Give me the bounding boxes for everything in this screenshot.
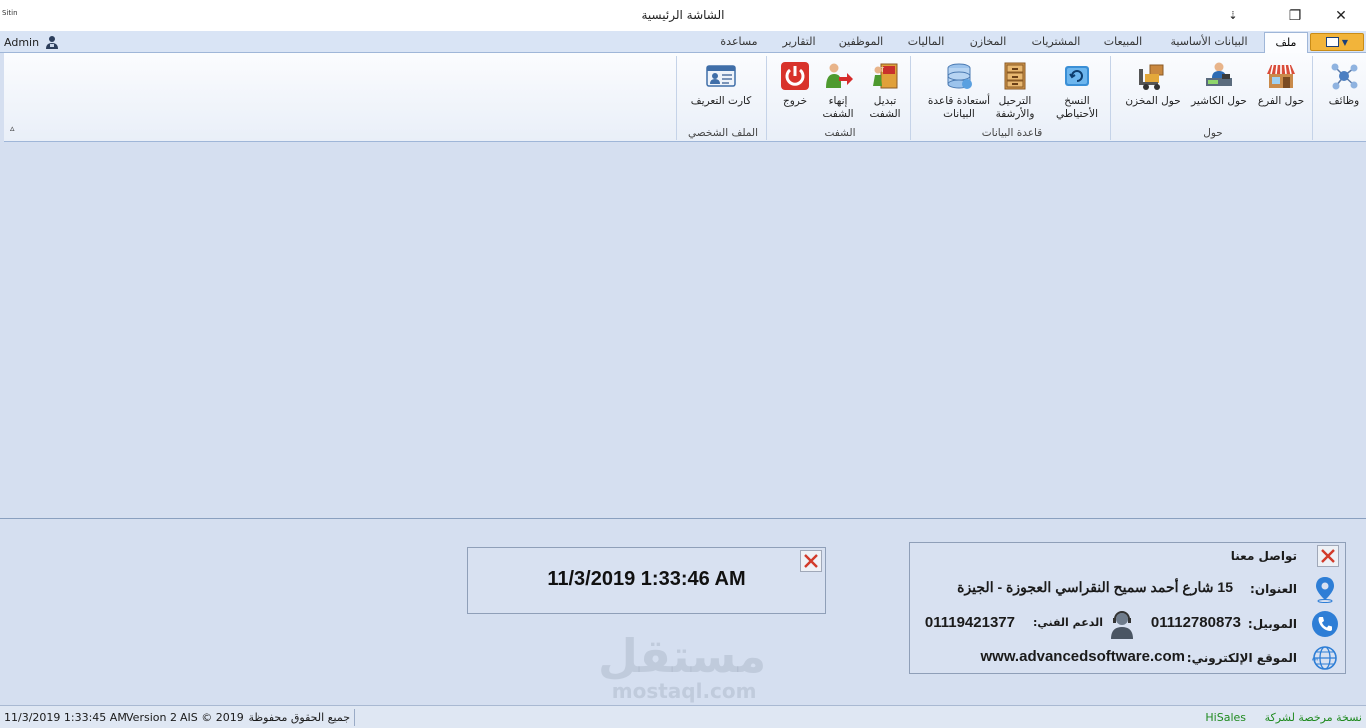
mobile-label: الموبيل:: [1247, 617, 1297, 631]
close-clock-button[interactable]: [800, 550, 822, 572]
window-title: الشاشة الرئيسية: [641, 8, 725, 22]
support-value: 01119421377: [924, 614, 1015, 631]
version-text: Version 2: [126, 711, 177, 724]
power-icon: [781, 62, 809, 90]
website-value[interactable]: www.advancedsoftware.com: [980, 648, 1185, 665]
about-cashier-label: حول الكاشير: [1191, 95, 1247, 107]
cashier-icon: [1206, 62, 1232, 86]
forklift-icon: [1139, 64, 1164, 90]
website-label: الموقع الإلكتروني:: [1186, 651, 1297, 665]
ribbon-panel: وظائف حول الفرع حول الكاشير حول المخزن ح…: [4, 53, 1366, 142]
change-shift-button[interactable]: EXIT تبديل الشفت: [860, 59, 910, 121]
network-icon: [1331, 63, 1358, 90]
backup-label: النسخ الأحتياطي: [1055, 95, 1099, 120]
group-database-label: قاعدة البيانات: [981, 127, 1043, 139]
end-shift-icon: [826, 63, 853, 88]
tab-sales[interactable]: المبيعات: [1092, 32, 1154, 53]
window-icon: [1325, 37, 1339, 47]
change-shift-icon: EXIT: [871, 63, 898, 89]
backup-icon: [1065, 66, 1089, 86]
phone-icon: [1312, 611, 1338, 637]
collapse-ribbon-button[interactable]: ▵: [10, 124, 15, 134]
group-about-label: حول: [1203, 127, 1223, 139]
group-profile-label: الملف الشخصي: [688, 127, 758, 139]
title-bar: Sitin الشاشة الرئيسية ⇣ ❐ ✕: [0, 0, 1366, 31]
watermark-arabic: مستقل: [598, 629, 767, 683]
website-row: www الموقع الإلكتروني: www.advancedsoftw…: [910, 642, 1345, 672]
shop-icon: [1267, 64, 1295, 88]
status-timestamp: 11/3/2019 1:33:45 AM: [4, 711, 127, 724]
tab-basic-data[interactable]: البيانات الأساسية: [1156, 32, 1262, 53]
tab-employees[interactable]: الموظفين: [828, 32, 894, 53]
id-card-label: كارت التعريف: [690, 95, 752, 107]
watermark: مستقل mostaql.com: [598, 632, 766, 702]
close-contact-button[interactable]: [1317, 545, 1339, 567]
restore-database-button[interactable]: أستعادة قاعدة البيانات: [918, 59, 1000, 121]
address-value: 15 شارع أحمد سميح النقراسي العجوزة - الج…: [957, 579, 1233, 595]
restore-database-label: أستعادة قاعدة البيانات: [927, 95, 991, 120]
exit-label: خروج: [782, 95, 808, 107]
close-icon: [804, 554, 818, 568]
contact-title: تواصل معنا: [1230, 549, 1297, 563]
close-window-button[interactable]: ✕: [1318, 0, 1364, 31]
user-icon: [46, 36, 59, 49]
about-branch-button[interactable]: حول الفرع: [1254, 59, 1308, 108]
close-icon: [1321, 549, 1335, 563]
ribbon-tab-row: Admin ▼ ملف البيانات الأساسية المبيعات ا…: [0, 31, 1366, 54]
svg-text:www: www: [1312, 657, 1319, 663]
chevron-down-icon: ▼: [1341, 37, 1349, 47]
watermark-latin: mostaql.com: [611, 679, 757, 703]
company-name: HiSales: [1205, 711, 1246, 724]
user-area: Admin: [4, 35, 59, 49]
support-label: الدعم الفني:: [1032, 616, 1103, 629]
restore-button[interactable]: ❐: [1272, 0, 1318, 31]
clock-panel: 11/3/2019 1:33:46 AM: [467, 547, 826, 614]
address-label: العنوان:: [1250, 582, 1297, 596]
mobile-value: 01112780873: [1150, 614, 1241, 631]
change-shift-label: تبديل الشفت: [869, 95, 901, 120]
about-store-button[interactable]: حول المخزن: [1122, 59, 1184, 108]
copyright-text: AIS © 2019: [180, 711, 244, 724]
user-name: Admin: [4, 35, 40, 49]
quick-menu-button[interactable]: ⇣: [1222, 0, 1244, 31]
location-pin-icon: [1316, 577, 1334, 603]
contact-panel: تواصل معنا العنوان: 15 شارع أحمد سميح ال…: [909, 542, 1346, 674]
address-row: العنوان: 15 شارع أحمد سميح النقراسي العج…: [910, 573, 1345, 603]
tab-reports[interactable]: التقارير: [772, 32, 826, 53]
clock-datetime: 11/3/2019 1:33:46 AM: [547, 568, 746, 590]
archive-label: الترحيل والأرشفة: [995, 95, 1035, 120]
tab-help[interactable]: مساعدة: [708, 32, 770, 53]
archive-cabinet-icon: [1004, 62, 1026, 90]
rights-text: جميع الحقوق محفوظة: [248, 711, 350, 724]
end-shift-button[interactable]: إنهاء الشفت: [816, 59, 860, 121]
tab-stores[interactable]: المخازن: [958, 32, 1018, 53]
id-card-icon: [706, 65, 736, 87]
about-branch-label: حول الفرع: [1257, 95, 1305, 107]
backup-button[interactable]: النسخ الأحتياطي: [1046, 59, 1108, 121]
status-bar: نسخة مرخصة لشركة HiSales جميع الحقوق محف…: [0, 705, 1366, 728]
tab-purchases[interactable]: المشتريات: [1022, 32, 1090, 53]
tab-file[interactable]: ملف: [1264, 32, 1308, 54]
end-shift-label: إنهاء الشفت: [822, 95, 854, 120]
main-workspace: [0, 143, 1366, 518]
globe-icon: www: [1312, 646, 1337, 670]
about-cashier-button[interactable]: حول الكاشير: [1186, 59, 1252, 108]
group-shift-label: الشفت: [824, 127, 856, 139]
exit-button[interactable]: خروج: [774, 59, 816, 108]
tab-finance[interactable]: الماليات: [896, 32, 956, 53]
functions-label: وظائف: [1328, 95, 1360, 107]
functions-button[interactable]: وظائف: [1322, 59, 1366, 108]
database-restore-icon: [947, 63, 972, 89]
about-store-label: حول المخزن: [1125, 95, 1181, 107]
support-agent-icon: [1111, 611, 1133, 639]
id-card-button[interactable]: كارت التعريف: [684, 59, 758, 108]
phone-row: الموبيل: 01112780873 الدعم الفني: 011194…: [910, 608, 1345, 639]
quick-access-button[interactable]: ▼: [1310, 33, 1364, 51]
license-text: نسخة مرخصة لشركة: [1264, 711, 1362, 724]
